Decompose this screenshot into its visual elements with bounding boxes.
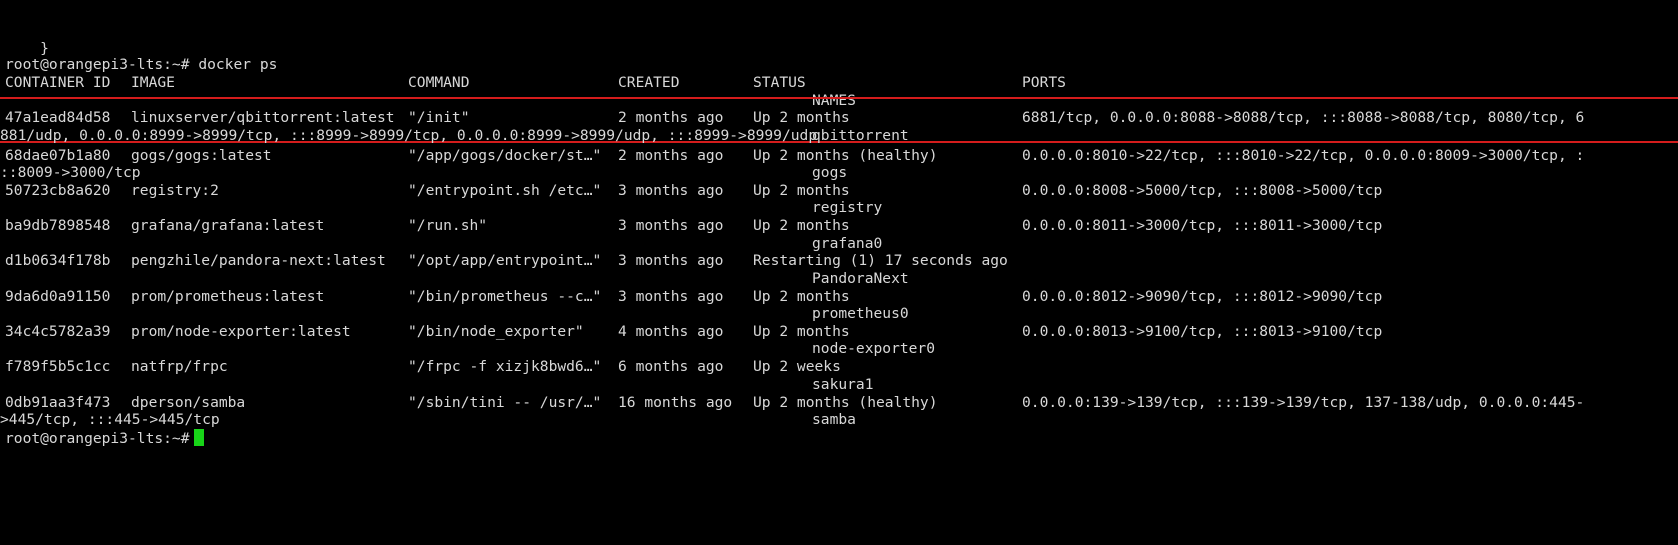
container-created: 3 months ago xyxy=(618,252,724,269)
closing-brace-line: } xyxy=(5,20,49,57)
container-image: natfrp/frpc xyxy=(131,358,228,375)
container-command: "/bin/prometheus --c…" xyxy=(408,288,602,305)
container-id: 47a1ead84d58 xyxy=(5,109,111,126)
container-created: 4 months ago xyxy=(618,323,724,340)
container-name: samba xyxy=(812,411,856,428)
header-created: CREATED xyxy=(618,74,680,91)
container-name: sakura1 xyxy=(812,376,874,393)
container-command: "/bin/node_exporter" xyxy=(408,323,584,340)
container-created: 2 months ago xyxy=(618,147,724,164)
container-ports: 0.0.0.0:8013->9100/tcp, :::8013->9100/tc… xyxy=(1022,323,1383,340)
container-status: Up 2 months xyxy=(753,109,850,126)
container-name: node-exporter0 xyxy=(812,340,936,357)
container-created: 16 months ago xyxy=(618,394,733,411)
container-command: "/opt/app/entrypoint…" xyxy=(408,252,602,269)
container-ports-wrap: ::8009->3000/tcp xyxy=(0,164,141,181)
table-row-continuation: prometheus0 xyxy=(5,304,909,323)
container-image: grafana/grafana:latest xyxy=(131,217,325,234)
container-status: Up 2 months xyxy=(753,217,850,234)
table-row-continuation: sakura1 xyxy=(5,375,874,394)
header-ports: PORTS xyxy=(1022,74,1066,91)
container-command: "/init" xyxy=(408,109,470,126)
container-command: "/app/gogs/docker/st…" xyxy=(408,147,602,164)
container-ports-wrap: 881/udp, 0.0.0.0:8999->8999/tcp, :::8999… xyxy=(0,127,818,144)
container-image: linuxserver/qbittorrent:latest xyxy=(131,109,395,126)
table-row-continuation: registry xyxy=(5,198,882,217)
typed-command: docker ps xyxy=(198,56,278,73)
container-command: "/entrypoint.sh /etc…" xyxy=(408,182,602,199)
command-line: root@orangepi3-lts:~# docker ps xyxy=(5,55,277,74)
container-status: Restarting (1) 17 seconds ago xyxy=(753,252,1008,269)
container-command: "/sbin/tini -- /usr/…" xyxy=(408,394,602,411)
container-ports-wrap: >445/tcp, :::445->445/tcp xyxy=(0,411,220,428)
container-command: "/run.sh" xyxy=(408,217,488,234)
container-id: d1b0634f178b xyxy=(5,252,111,269)
container-ports: 0.0.0.0:139->139/tcp, :::139->139/tcp, 1… xyxy=(1022,394,1585,411)
container-image: prom/node-exporter:latest xyxy=(131,323,351,340)
header-container-id: CONTAINER ID xyxy=(5,74,111,91)
header-status: STATUS xyxy=(753,74,806,91)
container-name: qbittorrent xyxy=(812,127,909,144)
header-command: COMMAND xyxy=(408,74,470,91)
terminal-window[interactable]: } root@orangepi3-lts:~# docker ps CONTAI… xyxy=(0,0,1678,487)
table-row-continuation: 881/udp, 0.0.0.0:8999->8999/tcp, :::8999… xyxy=(0,126,909,145)
prompt: root@orangepi3-lts:~# xyxy=(5,56,190,73)
container-id: f789f5b5c1cc xyxy=(5,358,111,375)
container-name: registry xyxy=(812,199,883,216)
table-row: d1b0634f178b pengzhile/pandora-next:late… xyxy=(5,251,1008,270)
container-name: PandoraNext xyxy=(812,270,909,287)
table-row-continuation: node-exporter0 xyxy=(5,339,935,358)
container-image: gogs/gogs:latest xyxy=(131,147,272,164)
container-created: 3 months ago xyxy=(618,217,724,234)
table-row-continuation: PandoraNext xyxy=(5,269,909,288)
container-created: 2 months ago xyxy=(618,109,724,126)
header-image: IMAGE xyxy=(131,74,175,91)
table-header: CONTAINER ID IMAGE COMMAND CREATED STATU… xyxy=(5,73,1066,92)
container-ports: 0.0.0.0:8010->22/tcp, :::8010->22/tcp, 0… xyxy=(1022,147,1585,164)
input-prompt-line[interactable]: root@orangepi3-lts:~# xyxy=(5,429,204,448)
highlight-top-line xyxy=(0,97,1678,99)
container-image: registry:2 xyxy=(131,182,219,199)
prompt: root@orangepi3-lts:~# xyxy=(5,430,190,447)
container-created: 3 months ago xyxy=(618,288,724,305)
table-row: 47a1ead84d58 linuxserver/qbittorrent:lat… xyxy=(5,108,1584,127)
table-row: ba9db7898548 grafana/grafana:latest "/ru… xyxy=(5,216,1382,235)
container-status: Up 2 weeks xyxy=(753,358,841,375)
container-created: 3 months ago xyxy=(618,182,724,199)
container-image: pengzhile/pandora-next:latest xyxy=(131,252,386,269)
table-row: f789f5b5c1cc natfrp/frpc "/frpc -f xizjk… xyxy=(5,357,841,376)
container-created: 6 months ago xyxy=(618,358,724,375)
container-ports: 6881/tcp, 0.0.0.0:8088->8088/tcp, :::808… xyxy=(1022,109,1585,126)
container-name: gogs xyxy=(812,164,848,181)
container-ports: 0.0.0.0:8012->9090/tcp, :::8012->9090/tc… xyxy=(1022,288,1383,305)
container-ports: 0.0.0.0:8008->5000/tcp, :::8008->5000/tc… xyxy=(1022,182,1383,199)
table-row-continuation: >445/tcp, :::445->445/tcp samba xyxy=(0,410,856,429)
table-row-continuation: ::8009->3000/tcp gogs xyxy=(0,163,847,182)
text-cursor[interactable] xyxy=(193,429,204,446)
container-command: "/frpc -f xizjk8bwd6…" xyxy=(408,358,602,375)
container-name: prometheus0 xyxy=(812,305,909,322)
container-ports: 0.0.0.0:8011->3000/tcp, :::8011->3000/tc… xyxy=(1022,217,1383,234)
container-id: ba9db7898548 xyxy=(5,217,111,234)
container-image: prom/prometheus:latest xyxy=(131,288,325,305)
